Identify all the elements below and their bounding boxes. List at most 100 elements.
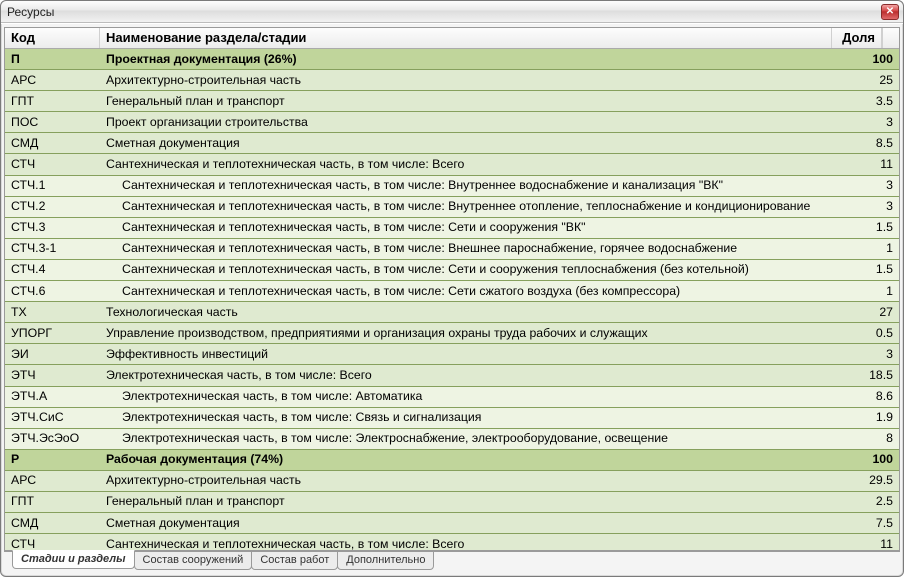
- cell-name: Сантехническая и теплотехническая часть,…: [100, 217, 849, 238]
- tabstrip: Стадии и разделыСостав сооруженийСостав …: [4, 551, 900, 573]
- table-row[interactable]: СТЧ.3Сантехническая и теплотехническая ч…: [5, 217, 899, 238]
- cell-code: ПОС: [5, 112, 100, 133]
- table-row[interactable]: РРабочая документация (74%)100: [5, 449, 899, 470]
- table-row[interactable]: СМДСметная документация8.5: [5, 133, 899, 154]
- cell-name: Генеральный план и транспорт: [100, 91, 849, 112]
- table-row[interactable]: ЭТЧ.ЭсЭоОЭлектротехническая часть, в том…: [5, 428, 899, 449]
- cell-code: СТЧ.1: [5, 175, 100, 196]
- tab-2[interactable]: Состав работ: [251, 551, 338, 570]
- table-row[interactable]: ППроектная документация (26%)100: [5, 49, 899, 70]
- cell-code: СТЧ: [5, 154, 100, 175]
- cell-code: СМД: [5, 133, 100, 154]
- content-area: Код Наименование раздела/стадии Доля ППр…: [1, 23, 903, 576]
- cell-share: 1: [849, 238, 899, 259]
- cell-code: ЭТЧ.ЭсЭоО: [5, 428, 100, 449]
- cell-share: 3: [849, 112, 899, 133]
- cell-code: Р: [5, 449, 100, 470]
- column-header-name[interactable]: Наименование раздела/стадии: [100, 28, 832, 48]
- tab-0[interactable]: Стадии и разделы: [12, 550, 135, 569]
- grid-table: ППроектная документация (26%)100АРСАрхит…: [5, 49, 899, 550]
- table-row[interactable]: СТЧСантехническая и теплотехническая час…: [5, 534, 899, 550]
- cell-share: 3: [849, 175, 899, 196]
- cell-name: Электротехническая часть, в том числе: В…: [100, 365, 849, 386]
- table-row[interactable]: СТЧСантехническая и теплотехническая час…: [5, 154, 899, 175]
- cell-name: Сантехническая и теплотехническая часть,…: [100, 154, 849, 175]
- tab-3[interactable]: Дополнительно: [337, 551, 434, 570]
- cell-name: Сантехническая и теплотехническая часть,…: [100, 175, 849, 196]
- cell-code: ЭИ: [5, 344, 100, 365]
- cell-share: 27: [849, 302, 899, 323]
- window-title: Ресурсы: [7, 5, 881, 19]
- cell-name: Электротехническая часть, в том числе: А…: [100, 386, 849, 407]
- column-header-share[interactable]: Доля: [832, 28, 882, 48]
- cell-code: СТЧ.3-1: [5, 238, 100, 259]
- scrollbar-spacer: [882, 28, 899, 48]
- table-row[interactable]: СТЧ.2Сантехническая и теплотехническая ч…: [5, 196, 899, 217]
- table-row[interactable]: СТЧ.4Сантехническая и теплотехническая ч…: [5, 259, 899, 280]
- table-row[interactable]: СТЧ.6Сантехническая и теплотехническая ч…: [5, 281, 899, 302]
- cell-share: 3: [849, 196, 899, 217]
- cell-name: Архитектурно-строительная часть: [100, 470, 849, 491]
- table-row[interactable]: ПОСПроект организации строительства3: [5, 112, 899, 133]
- table-row[interactable]: АРСАрхитектурно-строительная часть25: [5, 70, 899, 91]
- cell-share: 2.5: [849, 491, 899, 512]
- cell-code: СТЧ.4: [5, 259, 100, 280]
- table-row[interactable]: ГПТГенеральный план и транспорт2.5: [5, 491, 899, 512]
- cell-code: ЭТЧ: [5, 365, 100, 386]
- cell-name: Сантехническая и теплотехническая часть,…: [100, 259, 849, 280]
- cell-name: Архитектурно-строительная часть: [100, 70, 849, 91]
- cell-share: 7.5: [849, 513, 899, 534]
- column-header-code[interactable]: Код: [5, 28, 100, 48]
- cell-share: 1.5: [849, 259, 899, 280]
- titlebar[interactable]: Ресурсы ✕: [1, 1, 903, 23]
- cell-share: 1.9: [849, 407, 899, 428]
- cell-name: Технологическая часть: [100, 302, 849, 323]
- cell-code: ГПТ: [5, 91, 100, 112]
- table-row[interactable]: УПОРГУправление производством, предприят…: [5, 323, 899, 344]
- cell-name: Эффективность инвестиций: [100, 344, 849, 365]
- cell-share: 11: [849, 154, 899, 175]
- table-row[interactable]: ЭИЭффективность инвестиций3: [5, 344, 899, 365]
- table-row[interactable]: СТЧ.1Сантехническая и теплотехническая ч…: [5, 175, 899, 196]
- cell-share: 0.5: [849, 323, 899, 344]
- table-row[interactable]: СТЧ.3-1Сантехническая и теплотехническая…: [5, 238, 899, 259]
- table-row[interactable]: ЭТЧЭлектротехническая часть, в том числе…: [5, 365, 899, 386]
- cell-share: 3.5: [849, 91, 899, 112]
- table-row[interactable]: ЭТЧ.АЭлектротехническая часть, в том чис…: [5, 386, 899, 407]
- cell-code: ЭТЧ.А: [5, 386, 100, 407]
- cell-name: Сметная документация: [100, 133, 849, 154]
- table-row[interactable]: ТХТехнологическая часть27: [5, 302, 899, 323]
- cell-name: Проект организации строительства: [100, 112, 849, 133]
- table-row[interactable]: ЭТЧ.СиСЭлектротехническая часть, в том ч…: [5, 407, 899, 428]
- cell-name: Сантехническая и теплотехническая часть,…: [100, 238, 849, 259]
- cell-code: УПОРГ: [5, 323, 100, 344]
- close-icon[interactable]: ✕: [881, 4, 899, 20]
- cell-share: 3: [849, 344, 899, 365]
- cell-code: ТХ: [5, 302, 100, 323]
- cell-code: СТЧ.2: [5, 196, 100, 217]
- table-row[interactable]: СМДСметная документация7.5: [5, 513, 899, 534]
- cell-share: 1: [849, 281, 899, 302]
- cell-code: АРС: [5, 70, 100, 91]
- table-row[interactable]: АРСАрхитектурно-строительная часть29.5: [5, 470, 899, 491]
- cell-name: Управление производством, предприятиями …: [100, 323, 849, 344]
- cell-code: ГПТ: [5, 491, 100, 512]
- grid: Код Наименование раздела/стадии Доля ППр…: [4, 27, 900, 551]
- cell-share: 100: [849, 449, 899, 470]
- grid-body[interactable]: ППроектная документация (26%)100АРСАрхит…: [5, 49, 899, 550]
- tab-1[interactable]: Состав сооружений: [134, 551, 253, 570]
- cell-share: 8.5: [849, 133, 899, 154]
- cell-share: 11: [849, 534, 899, 550]
- cell-share: 100: [849, 49, 899, 70]
- cell-share: 8.6: [849, 386, 899, 407]
- table-row[interactable]: ГПТГенеральный план и транспорт3.5: [5, 91, 899, 112]
- cell-name: Генеральный план и транспорт: [100, 491, 849, 512]
- resources-window: Ресурсы ✕ Код Наименование раздела/стади…: [0, 0, 904, 577]
- cell-name: Сантехническая и теплотехническая часть,…: [100, 196, 849, 217]
- grid-header: Код Наименование раздела/стадии Доля: [5, 28, 899, 49]
- cell-name: Сантехническая и теплотехническая часть,…: [100, 281, 849, 302]
- cell-name: Сантехническая и теплотехническая часть,…: [100, 534, 849, 550]
- cell-code: СМД: [5, 513, 100, 534]
- cell-share: 18.5: [849, 365, 899, 386]
- cell-name: Проектная документация (26%): [100, 49, 849, 70]
